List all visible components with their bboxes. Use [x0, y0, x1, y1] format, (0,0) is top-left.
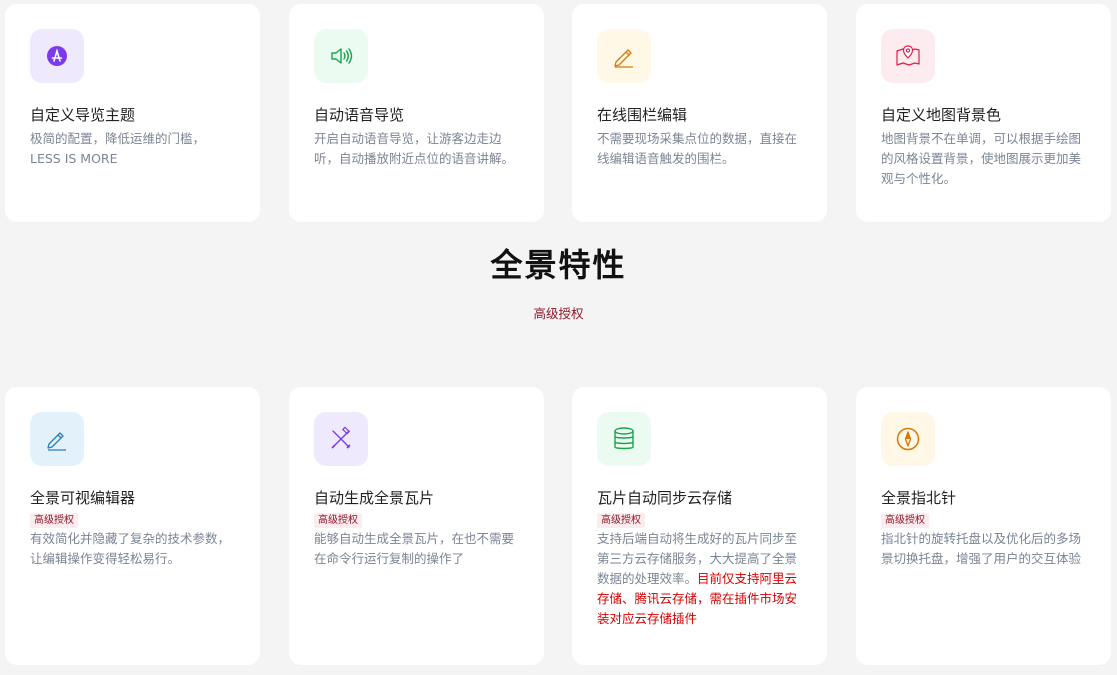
- license-badge: 高级授权: [314, 513, 362, 528]
- card-description: 地图背景不在单调，可以根据手绘图的风格设置背景，使地图展示更加美观与个性化。: [881, 131, 1082, 186]
- card-title: 全景指北针: [881, 489, 957, 507]
- desc-text: 能够自动生成全景瓦片，在也不需要在命令行运行复制的操作了: [314, 531, 515, 566]
- desc-text: 指北针的旋转托盘以及优化后的多场景切换托盘，增强了用户的交互体验: [881, 531, 1082, 566]
- desc-text: 有效简化并隐藏了复杂的技术参数，让编辑操作变得轻松易行。: [30, 531, 231, 566]
- section-subtitle: 高级授权: [533, 306, 584, 321]
- card-description: 能够自动生成全景瓦片，在也不需要在命令行运行复制的操作了: [314, 529, 519, 569]
- card-title: 在线围栏编辑: [597, 106, 688, 124]
- pencil-icon: [597, 29, 651, 83]
- license-badge: 高级授权: [30, 513, 78, 528]
- card-title: 自动生成全景瓦片: [314, 489, 435, 507]
- feature-card-compass: 全景指北针 高级授权 指北针的旋转托盘以及优化后的多场景切换托盘，增强了用户的交…: [856, 387, 1111, 665]
- section-title: 全景特性: [490, 246, 627, 284]
- feature-card-map-bg: 自定义地图背景色 地图背景不在单调，可以根据手绘图的风格设置背景，使地图展示更加…: [856, 4, 1111, 222]
- card-title: 自动语音导览: [314, 106, 405, 124]
- card-title: 自定义地图背景色: [881, 106, 1002, 124]
- card-description: 开启自动语音导览，让游客边走边听，自动播放附近点位的语音讲解。: [314, 131, 515, 166]
- license-badge: 高级授权: [597, 513, 645, 528]
- feature-card-cloud-sync: 瓦片自动同步云存储 高级授权 支持后端自动将生成好的瓦片同步至第三方云存储服务，…: [572, 387, 827, 665]
- card-title: 全景可视编辑器: [30, 489, 136, 507]
- feature-card-visual-editor: 全景可视编辑器 高级授权 有效简化并隐藏了复杂的技术参数，让编辑操作变得轻松易行…: [5, 387, 260, 665]
- card-title: 瓦片自动同步云存储: [597, 489, 733, 507]
- feature-card-auto-tiles: 自动生成全景瓦片 高级授权 能够自动生成全景瓦片，在也不需要在命令行运行复制的操…: [289, 387, 544, 665]
- compass-icon: [881, 412, 935, 466]
- card-description: 不需要现场采集点位的数据，直接在线编辑语音触发的围栏。: [597, 131, 798, 166]
- feature-card-auto-voice: 自动语音导览 开启自动语音导览，让游客边走边听，自动播放附近点位的语音讲解。: [289, 4, 544, 222]
- edit-icon: [30, 412, 84, 466]
- card-description: 指北针的旋转托盘以及优化后的多场景切换托盘，增强了用户的交互体验: [881, 529, 1086, 569]
- license-badge: 高级授权: [881, 513, 929, 528]
- feature-card-custom-theme: 自定义导览主题 极简的配置，降低运维的门槛，LESS IS MORE: [5, 4, 260, 222]
- feature-card-fence-edit: 在线围栏编辑 不需要现场采集点位的数据，直接在线编辑语音触发的围栏。: [572, 4, 827, 222]
- app-store-icon: [30, 29, 84, 83]
- database-icon: [597, 412, 651, 466]
- tools-icon: [314, 412, 368, 466]
- map-pin-icon: [881, 29, 935, 83]
- speaker-icon: [314, 29, 368, 83]
- card-description: 极简的配置，降低运维的门槛，LESS IS MORE: [30, 131, 206, 166]
- card-description: 有效简化并隐藏了复杂的技术参数，让编辑操作变得轻松易行。: [30, 529, 235, 569]
- card-description: 支持后端自动将生成好的瓦片同步至第三方云存储服务，大大提高了全景数据的处理效率。…: [597, 529, 802, 629]
- card-title: 自定义导览主题: [30, 106, 136, 124]
